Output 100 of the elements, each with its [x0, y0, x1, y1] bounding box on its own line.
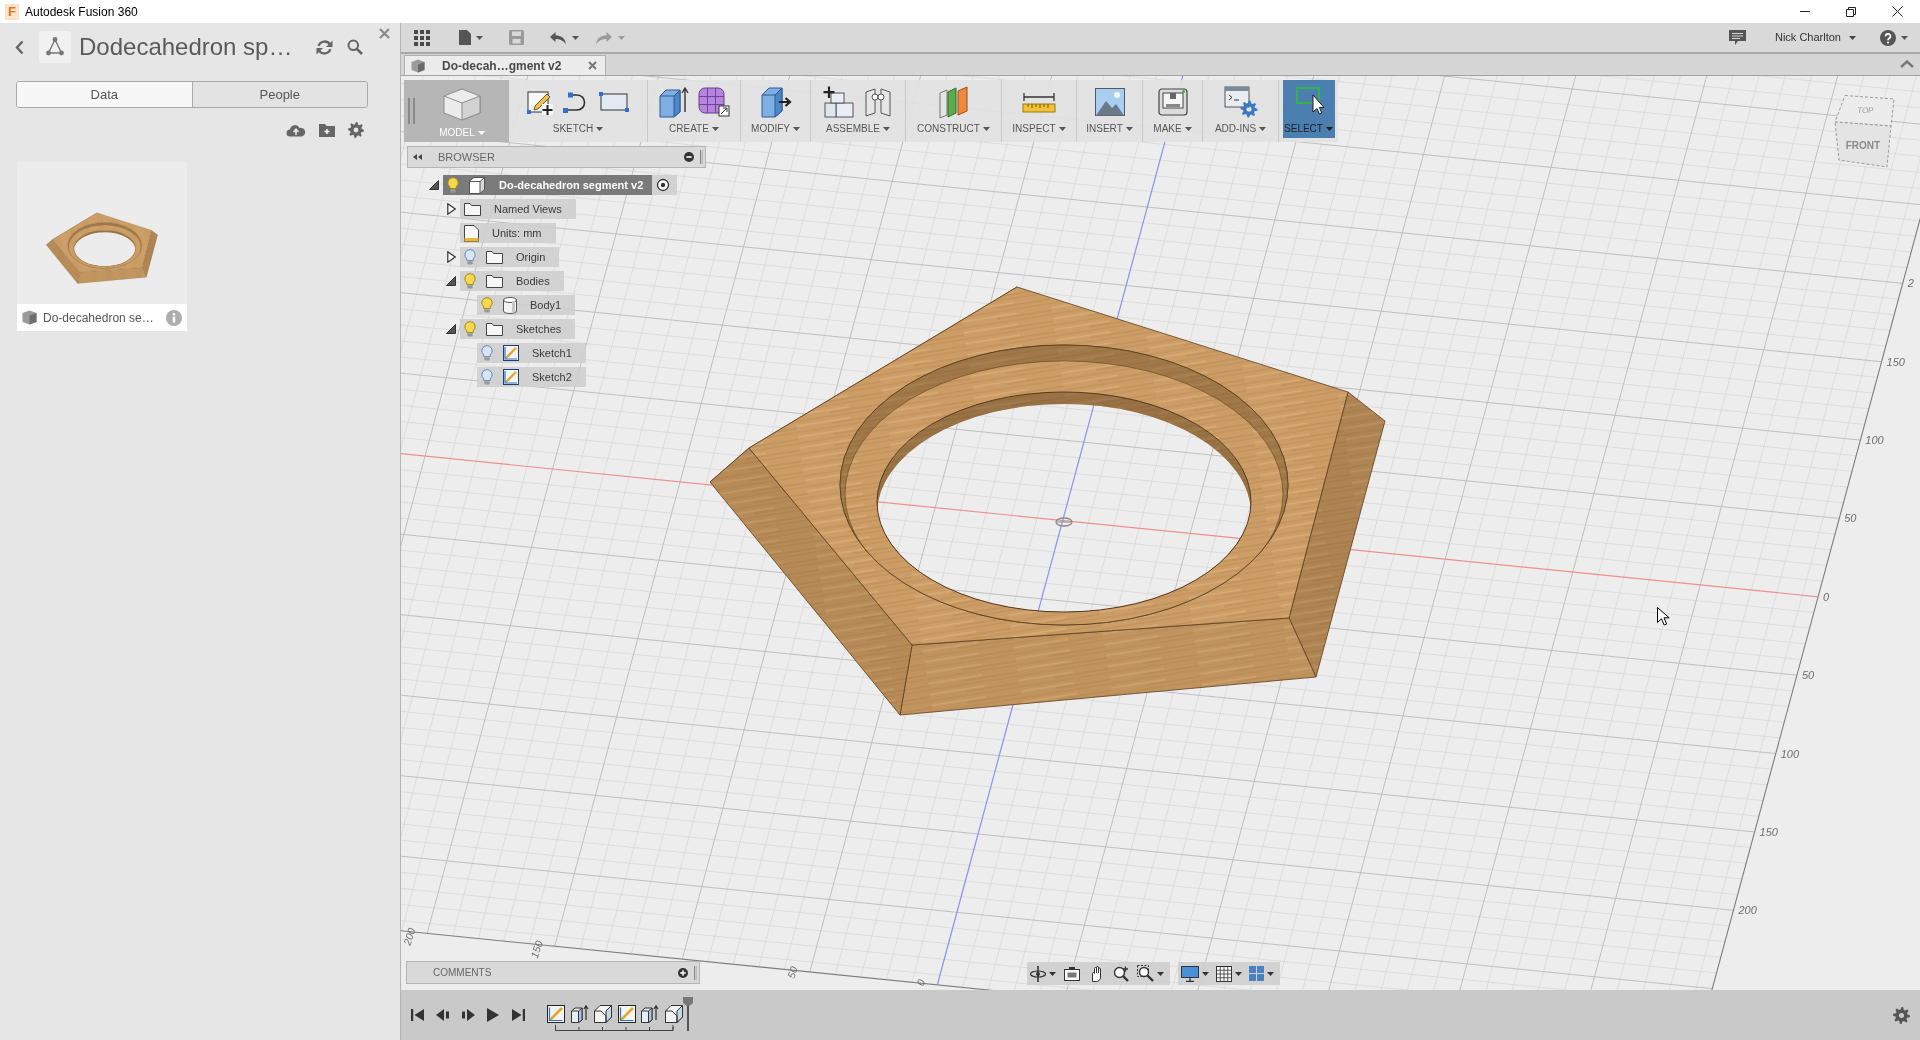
apps-grid-icon[interactable] — [414, 29, 430, 46]
caret-icon[interactable] — [1202, 971, 1209, 976]
terminal-gear-icon[interactable] — [1223, 86, 1258, 118]
tool-menu[interactable]: MODIFY — [747, 120, 804, 138]
tool-menu[interactable]: SELECT — [1282, 120, 1335, 138]
zoom-window-icon[interactable] — [1137, 965, 1154, 982]
drag-handle-icon[interactable] — [694, 965, 697, 980]
undo-icon[interactable] — [550, 31, 566, 44]
search-icon[interactable] — [347, 39, 363, 55]
lightbulb-icon[interactable] — [447, 177, 459, 193]
caret-icon[interactable] — [1901, 35, 1908, 40]
browser-item[interactable]: Named Views — [460, 199, 576, 219]
caret-icon[interactable] — [711, 127, 719, 131]
file-icon[interactable] — [459, 30, 471, 45]
restore-icon[interactable] — [1846, 6, 1856, 17]
caret-icon[interactable] — [1325, 127, 1333, 131]
disclosure-triangle-icon[interactable] — [446, 203, 456, 215]
caret-icon[interactable] — [1849, 35, 1856, 40]
browser-item[interactable]: Sketch2 — [477, 367, 586, 387]
timeline-marker[interactable] — [682, 997, 693, 1031]
document-tab[interactable]: Do-decah…gment v2 — [404, 55, 606, 75]
component-boxes-icon[interactable] — [823, 86, 854, 118]
cloud-upload-icon[interactable] — [286, 123, 306, 137]
ruler-icon[interactable] — [1022, 91, 1056, 113]
drag-handle-icon[interactable] — [700, 150, 703, 164]
landscape-picture-icon[interactable] — [1094, 88, 1125, 116]
extrude-feature-icon[interactable] — [570, 1005, 589, 1023]
browser-item[interactable]: Do-decahedron segment v2 — [443, 175, 653, 195]
disclosure-triangle-icon[interactable] — [446, 276, 456, 286]
close-icon[interactable] — [1891, 6, 1903, 17]
display-monitor-icon[interactable] — [1181, 965, 1199, 982]
tool-menu[interactable]: INSERT — [1082, 120, 1137, 138]
caret-icon[interactable] — [1058, 127, 1066, 131]
collapse-panel-icon[interactable] — [413, 154, 422, 160]
caret-icon[interactable] — [1267, 971, 1274, 976]
refresh-icon[interactable] — [316, 38, 333, 56]
caret-icon[interactable] — [596, 127, 604, 131]
pan-hand-icon[interactable] — [1089, 965, 1104, 982]
tool-menu[interactable]: CONSTRUCT — [913, 120, 994, 138]
help-icon[interactable] — [1880, 29, 1896, 46]
press-pull-icon[interactable] — [759, 86, 792, 118]
lightbulb-icon[interactable] — [464, 249, 476, 265]
caret-icon[interactable] — [1184, 127, 1192, 131]
caret-icon[interactable] — [1157, 971, 1164, 976]
file-name[interactable]: Do-decahedron se… — [43, 308, 154, 327]
play-icon[interactable] — [486, 1008, 500, 1022]
settings-icon[interactable] — [1893, 1006, 1910, 1024]
sketch-feature-icon[interactable] — [547, 1005, 565, 1023]
browser-item[interactable]: Units: mm — [460, 223, 556, 243]
file-thumbnail[interactable] — [17, 162, 187, 304]
project-icon[interactable] — [39, 31, 71, 63]
drag-handle-icon[interactable] — [408, 98, 415, 124]
chevron-up-icon[interactable] — [1900, 60, 1914, 68]
look-at-icon[interactable] — [1064, 966, 1080, 981]
sketch-feature-icon[interactable] — [617, 1005, 636, 1023]
comment-icon[interactable] — [1728, 30, 1746, 45]
orbit-icon[interactable] — [1030, 965, 1046, 982]
panel-tab[interactable]: Data — [17, 82, 192, 107]
minus-circle-icon[interactable] — [684, 152, 694, 162]
disclosure-triangle-icon[interactable] — [429, 180, 439, 190]
user-menu[interactable]: Nick Charlton — [1774, 29, 1856, 46]
printer-icon[interactable] — [1157, 88, 1188, 116]
tool-menu[interactable]: ADD-INS — [1210, 120, 1271, 138]
planes-icon[interactable] — [938, 85, 969, 119]
browser-item[interactable]: Bodies — [460, 271, 564, 291]
skip-to-end-icon[interactable] — [511, 1008, 525, 1022]
step-back-icon[interactable] — [436, 1008, 450, 1022]
panel-tab[interactable]: People — [191, 82, 367, 107]
caret-icon[interactable] — [982, 127, 990, 131]
tool-menu[interactable]: MAKE — [1149, 120, 1196, 138]
lightbulb-icon[interactable] — [481, 369, 493, 385]
browser-item[interactable]: Sketches — [460, 319, 576, 339]
caret-icon[interactable] — [882, 127, 890, 131]
chamfered-box-feature-icon[interactable] — [664, 1005, 683, 1023]
browser-item[interactable]: Body1 — [477, 295, 576, 315]
caret-icon[interactable] — [1259, 127, 1267, 131]
caret-icon[interactable] — [476, 35, 483, 40]
caret-icon[interactable] — [1049, 971, 1056, 976]
extrude-feature-icon[interactable] — [641, 1005, 659, 1023]
settings-icon[interactable] — [348, 122, 364, 138]
caret-icon[interactable] — [572, 35, 579, 40]
sketch-pencil-icon[interactable] — [527, 89, 553, 115]
disclosure-triangle-icon[interactable] — [446, 324, 456, 334]
grid-icon[interactable] — [1216, 965, 1232, 982]
caret-icon[interactable] — [1235, 971, 1242, 976]
selection-cursor-icon[interactable] — [1282, 80, 1335, 120]
file-card[interactable]: Do-decahedron se… — [17, 162, 187, 331]
skip-to-start-icon[interactable] — [411, 1008, 425, 1022]
back-icon[interactable] — [15, 39, 24, 55]
tool-menu[interactable]: INSPECT — [1008, 120, 1070, 138]
browser-item[interactable]: Sketch1 — [477, 343, 586, 363]
step-forward-icon[interactable] — [461, 1008, 475, 1022]
browser-item[interactable]: Origin — [460, 247, 560, 267]
tool-menu[interactable]: CREATE — [665, 120, 723, 138]
activate-radio-icon[interactable] — [652, 175, 678, 195]
disclosure-triangle-icon[interactable] — [446, 251, 456, 263]
joint-pins-icon[interactable] — [863, 86, 893, 118]
tool-menu[interactable]: SKETCH — [548, 120, 608, 138]
grid-box-icon[interactable] — [698, 87, 730, 117]
plus-circle-icon[interactable] — [678, 967, 688, 978]
